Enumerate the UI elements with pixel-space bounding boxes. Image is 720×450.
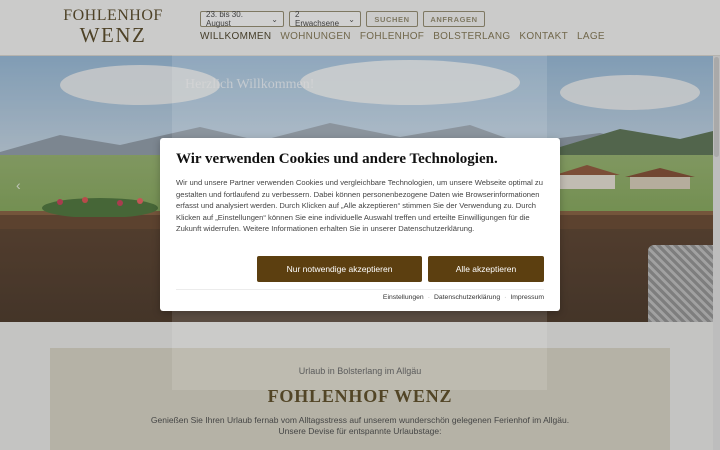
accept-all-button[interactable]: Alle akzeptieren (428, 256, 544, 282)
divider (176, 289, 544, 290)
cookie-dialog-title: Wir verwenden Cookies und andere Technol… (176, 151, 498, 167)
accept-necessary-button[interactable]: Nur notwendige akzeptieren (257, 256, 422, 282)
imprint-link[interactable]: Impressum (510, 294, 544, 301)
privacy-policy-link[interactable]: Datenschutzerklärung (434, 294, 500, 301)
cookie-consent-dialog: Wir verwenden Cookies und andere Technol… (160, 138, 560, 311)
settings-link[interactable]: Einstellungen (383, 294, 424, 301)
cookie-dialog-text: Wir und unsere Partner verwenden Cookies… (176, 178, 543, 234)
cookie-dialog-links: Einstellungen · Datenschutzerklärung · I… (383, 294, 544, 301)
link-separator: · (504, 294, 507, 301)
link-separator: · (427, 294, 430, 301)
